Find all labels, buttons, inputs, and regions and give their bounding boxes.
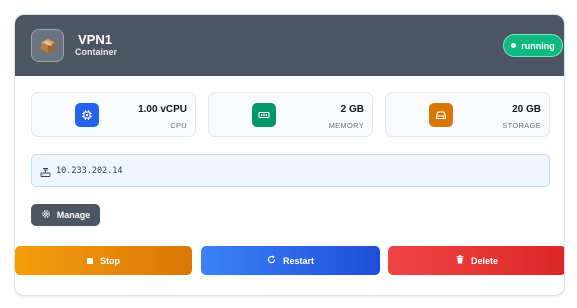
ip-address: 10.233.202.14 (56, 166, 123, 176)
memory-value: 2 GB (340, 104, 364, 115)
storage-stat: 20 GB STORAGE (385, 92, 550, 137)
manage-button[interactable]: Manage (31, 204, 100, 226)
container-type: Container (75, 47, 118, 57)
gear-icon (41, 209, 51, 221)
status-dot-icon (511, 43, 517, 48)
cpu-stat: 1.00 vCPU CPU (31, 92, 196, 137)
storage-icon (429, 103, 453, 127)
ip-address-box[interactable]: 10.233.202.14 (31, 154, 550, 187)
storage-label: STORAGE (502, 121, 541, 130)
memory-icon (252, 103, 276, 127)
stop-button[interactable]: Stop (15, 246, 192, 275)
container-name: VPN1 (78, 32, 112, 47)
manage-label: Manage (56, 210, 91, 220)
status-badge: running (503, 34, 563, 57)
delete-button[interactable]: Delete (388, 246, 564, 275)
card-header: VPN1 Container running (15, 15, 564, 76)
stop-icon (87, 256, 93, 266)
trash-icon (456, 255, 464, 266)
status-label: running (521, 40, 555, 51)
cpu-label: CPU (170, 121, 187, 130)
restart-icon (267, 255, 276, 266)
cpu-value: 1.00 vCPU (138, 104, 187, 115)
stop-label: Stop (100, 255, 120, 266)
cpu-icon (75, 103, 99, 127)
restart-label: Restart (282, 255, 314, 266)
container-card: VPN1 Container running 1.00 vCPU CPU 2 G… (14, 14, 565, 296)
storage-value: 20 GB (512, 104, 541, 115)
package-icon (31, 29, 64, 62)
network-icon (40, 165, 51, 183)
restart-button[interactable]: Restart (201, 246, 380, 275)
memory-label: MEMORY (328, 121, 364, 130)
delete-label: Delete (470, 255, 498, 266)
memory-stat: 2 GB MEMORY (208, 92, 373, 137)
